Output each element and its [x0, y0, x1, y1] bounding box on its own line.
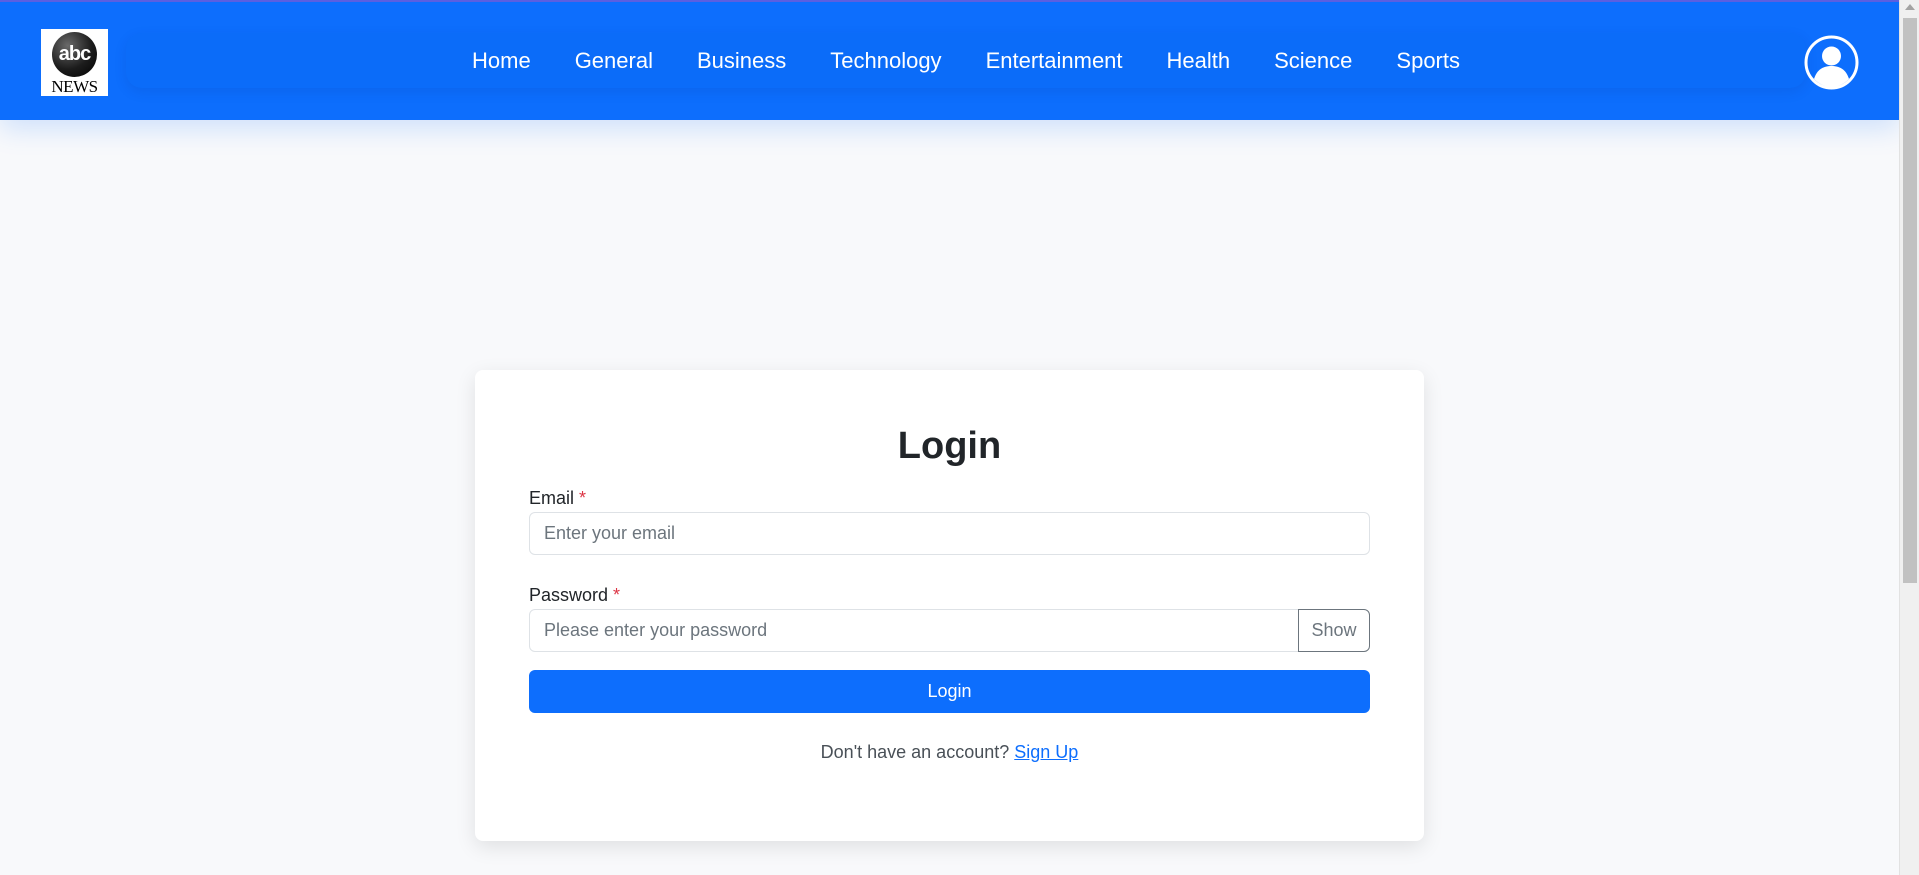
- nav-link-business[interactable]: Business: [675, 33, 808, 88]
- top-border: [0, 0, 1899, 2]
- show-password-button[interactable]: Show: [1298, 609, 1370, 652]
- nav-link-technology[interactable]: Technology: [808, 33, 963, 88]
- scrollbar-thumb[interactable]: [1903, 18, 1917, 583]
- email-required-mark: *: [579, 488, 587, 508]
- nav-bar: Home General Business Technology Enterta…: [126, 33, 1806, 88]
- nav-link-entertainment[interactable]: Entertainment: [964, 33, 1145, 88]
- user-circle-icon: [1804, 35, 1859, 90]
- password-label: Password *: [529, 585, 620, 606]
- nav-link-general[interactable]: General: [553, 33, 675, 88]
- user-account-button[interactable]: [1804, 35, 1859, 90]
- scroll-up-arrow-icon[interactable]: [1905, 4, 1915, 10]
- email-label-text: Email: [529, 488, 575, 508]
- password-input[interactable]: [529, 609, 1304, 652]
- page: abc NEWS Home General Business Technolog…: [0, 0, 1919, 875]
- nav-link-sports[interactable]: Sports: [1374, 33, 1482, 88]
- password-label-text: Password: [529, 585, 609, 605]
- abc-news-logo[interactable]: abc NEWS: [41, 29, 108, 96]
- password-required-mark: *: [613, 585, 621, 605]
- logo-wordmark: NEWS: [51, 77, 98, 96]
- email-input[interactable]: [529, 512, 1370, 555]
- nav-link-health[interactable]: Health: [1145, 33, 1253, 88]
- signup-prompt-text: Don't have an account?: [820, 742, 1010, 762]
- vertical-scrollbar[interactable]: [1899, 0, 1919, 875]
- signup-prompt: Don't have an account? Sign Up: [475, 742, 1424, 763]
- nav-link-home[interactable]: Home: [450, 33, 553, 88]
- login-title: Login: [897, 425, 1002, 467]
- login-card: Login Email * Password * Show Login Don'…: [475, 370, 1424, 841]
- signup-link[interactable]: Sign Up: [1014, 742, 1078, 762]
- email-label: Email *: [529, 488, 586, 509]
- top-navbar: abc NEWS Home General Business Technolog…: [0, 0, 1899, 120]
- nav-links: Home General Business Technology Enterta…: [126, 33, 1806, 88]
- nav-link-science[interactable]: Science: [1252, 33, 1374, 88]
- logo-ball: abc: [52, 32, 97, 77]
- login-button[interactable]: Login: [529, 670, 1370, 713]
